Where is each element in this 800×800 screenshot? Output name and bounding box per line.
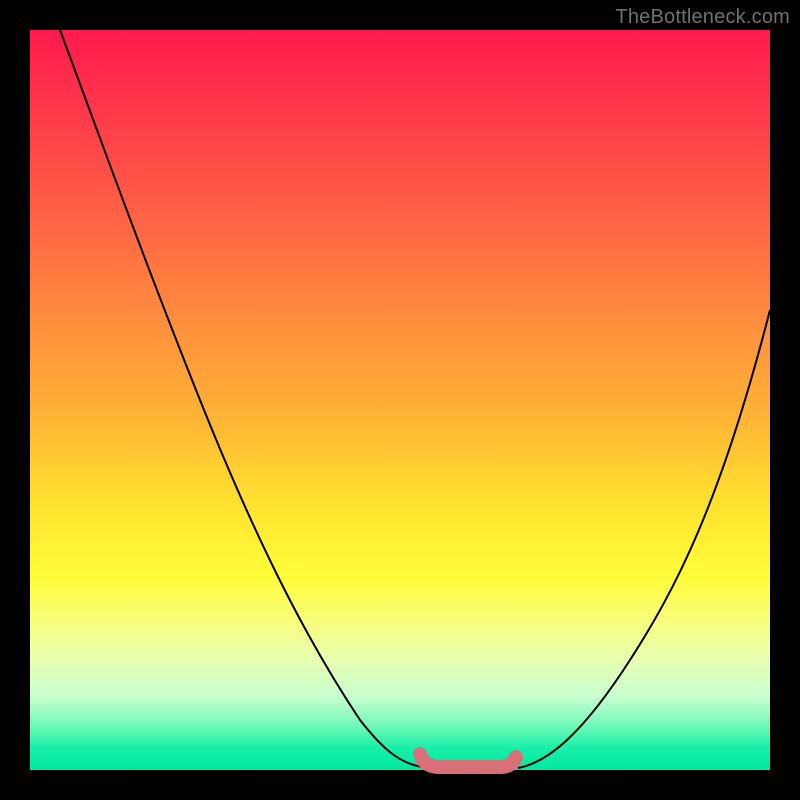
trough-start-dot (413, 747, 427, 761)
watermark-text: TheBottleneck.com (615, 6, 790, 29)
trough-highlight (422, 757, 516, 767)
left-curve (60, 30, 428, 768)
plot-area (30, 30, 770, 770)
chart-frame: TheBottleneck.com (0, 0, 800, 800)
right-curve (518, 310, 770, 768)
curve-layer (30, 30, 770, 770)
